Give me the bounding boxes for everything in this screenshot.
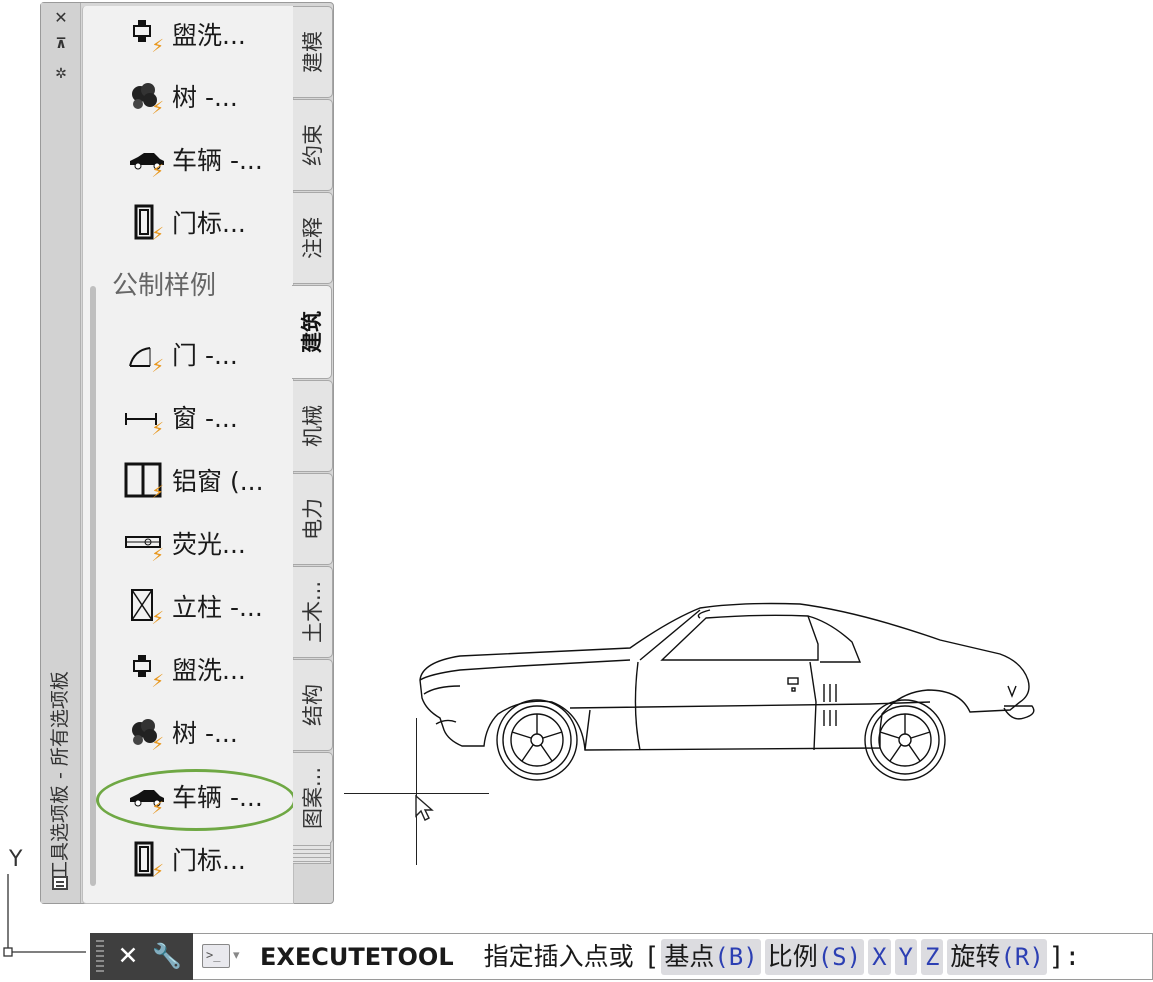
car-drawing: [419, 602, 1035, 781]
tab-architectural[interactable]: 建筑: [292, 285, 332, 379]
selection-highlight: [96, 769, 296, 831]
option-z[interactable]: Z: [920, 939, 944, 975]
close-icon[interactable]: ✕: [41, 9, 81, 27]
tool-item-door-tag[interactable]: ⚡ 门标...: [124, 833, 290, 889]
door-icon: ⚡: [124, 334, 172, 378]
washbasin-icon: ⚡: [124, 14, 172, 58]
tool-item-label: 门标...: [172, 209, 246, 238]
tab-constraints[interactable]: 约束: [293, 99, 333, 191]
properties-icon[interactable]: ✲: [41, 65, 81, 83]
tool-item-vehicle[interactable]: ⚡ 车辆 -...: [124, 133, 290, 189]
tool-item-washbasin[interactable]: ⚡ 盥洗...: [124, 8, 290, 64]
crosshair-vertical: [416, 718, 417, 865]
autohide-icon[interactable]: ⊼: [41, 35, 81, 53]
tab-annotation[interactable]: 注释: [293, 192, 333, 284]
aluminum-window-icon: ⚡: [124, 460, 172, 504]
tool-item-column[interactable]: ⚡ 立柱 -...: [124, 580, 290, 636]
cursor-arrow-icon: [415, 794, 434, 821]
car-icon: ⚡: [124, 139, 172, 183]
tab-overflow-stack[interactable]: [293, 842, 331, 864]
fluorescent-light-icon: ⚡: [124, 523, 172, 567]
tool-item-label: 树 -...: [172, 83, 238, 112]
tool-item-label: 立柱 -...: [172, 593, 263, 622]
column-icon: ⚡: [124, 586, 172, 630]
tree-icon: ⚡: [124, 712, 172, 756]
tab-modeling[interactable]: 建模: [293, 6, 333, 98]
door-tag-icon: ⚡: [124, 202, 172, 246]
tool-item-label: 盥洗...: [172, 656, 246, 685]
tab-hatch[interactable]: 图案...: [293, 752, 333, 844]
option-rotate[interactable]: 旋转(R): [947, 939, 1047, 975]
tool-item-label: 窗 -...: [172, 404, 238, 433]
tree-icon: ⚡: [124, 76, 172, 120]
tool-item-label: 车辆 -...: [172, 146, 263, 175]
tool-item-tree[interactable]: ⚡ 树 -...: [124, 70, 290, 126]
wrench-icon[interactable]: 🔧: [150, 938, 184, 974]
palette-scrollbar[interactable]: [90, 286, 96, 886]
tab-structural[interactable]: 结构: [293, 659, 333, 751]
tool-item-door[interactable]: ⚡ 门 -...: [124, 328, 290, 384]
tool-item-label: 门标...: [172, 846, 246, 875]
tool-item-tree[interactable]: ⚡ 树 -...: [124, 706, 290, 762]
command-name: EXECUTETOOL: [260, 943, 454, 971]
door-tag-icon: ⚡: [124, 839, 172, 883]
ucs-icon: Y: [3, 847, 86, 957]
tool-item-label: 树 -...: [172, 719, 238, 748]
tool-item-label: 荧光...: [172, 530, 246, 559]
window-icon: ⚡: [125, 413, 164, 440]
tool-item-aluminum-window[interactable]: ⚡ 铝窗 (...: [124, 454, 290, 510]
tab-civil[interactable]: 土木...: [293, 566, 333, 658]
option-close-bracket: ]:: [1048, 942, 1081, 972]
washbasin-icon: ⚡: [124, 649, 172, 693]
chevron-down-icon[interactable]: ▾: [233, 944, 240, 968]
command-prompt: 指定插入点或: [483, 942, 634, 971]
tool-item-fluorescent[interactable]: ⚡ 荧光...: [124, 517, 290, 573]
tool-item-door-tag[interactable]: ⚡ 门标...: [124, 196, 290, 252]
tool-item-label: 盥洗...: [172, 21, 246, 50]
tab-electrical[interactable]: 电力: [293, 473, 333, 565]
option-x[interactable]: X: [868, 939, 891, 975]
command-line-grip[interactable]: [96, 940, 104, 972]
tool-item-label: 门 -...: [172, 341, 238, 370]
tool-item-washbasin[interactable]: ⚡ 盥洗...: [124, 643, 290, 699]
tool-item-label: 铝窗 (...: [172, 467, 264, 496]
option-scale[interactable]: 比例(S): [764, 939, 865, 975]
close-icon[interactable]: ✕: [114, 938, 142, 974]
command-line-text[interactable]: EXECUTETOOL 指定插入点或 [ 基点(B) 比例(S) X Y Z 旋…: [260, 935, 1080, 979]
option-y[interactable]: Y: [894, 939, 917, 975]
tab-mechanical[interactable]: 机械: [293, 380, 333, 472]
command-prompt-icon[interactable]: [202, 944, 230, 968]
option-base-point[interactable]: 基点(B): [661, 939, 761, 975]
option-open-bracket: [: [643, 942, 660, 972]
ucs-y-label: Y: [8, 847, 23, 872]
tool-item-window[interactable]: ⚡ 窗 -...: [124, 391, 290, 447]
section-header: 公制样例: [112, 271, 217, 301]
